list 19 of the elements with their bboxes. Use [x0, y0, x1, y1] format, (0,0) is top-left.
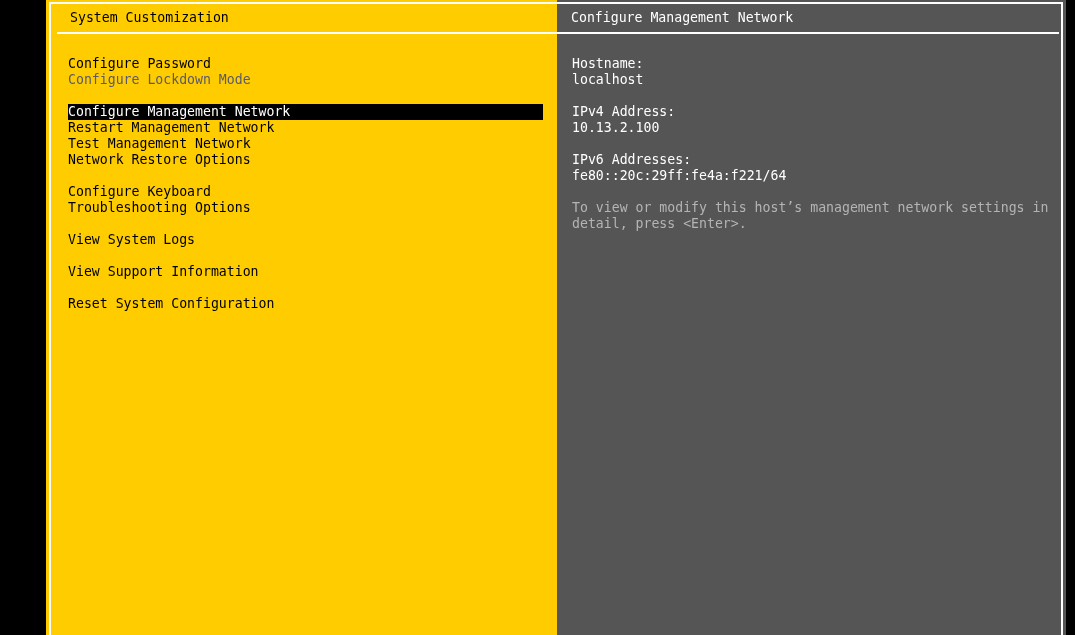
- menu-item[interactable]: Restart Management Network: [68, 120, 543, 136]
- menu-title: System Customization: [57, 4, 557, 34]
- field-label: IPv6 Addresses:: [572, 152, 693, 168]
- field-value: fe80::20c:29ff:fe4a:f221/64: [572, 168, 788, 184]
- details-title: Configure Management Network: [557, 4, 1059, 34]
- menu-item[interactable]: View System Logs: [68, 232, 543, 248]
- field-label: IPv4 Address:: [572, 104, 677, 120]
- field-value: 10.13.2.100: [572, 120, 661, 136]
- menu-item[interactable]: Network Restore Options: [68, 152, 543, 168]
- field-label: Hostname:: [572, 56, 645, 72]
- hint-text: To view or modify this host’s management network settings in detail, press <Enter>.: [572, 200, 1050, 232]
- menu-item[interactable]: Reset System Configuration: [68, 296, 543, 312]
- menu-item[interactable]: Troubleshooting Options: [68, 200, 543, 216]
- menu-item[interactable]: Configure Keyboard: [68, 184, 543, 200]
- menu-item[interactable]: View Support Information: [68, 264, 543, 280]
- menu-item[interactable]: Test Management Network: [68, 136, 543, 152]
- field-value: localhost: [572, 72, 645, 88]
- menu-item[interactable]: Configure Password: [68, 56, 543, 72]
- menu-item[interactable]: Configure Management Network: [68, 104, 543, 120]
